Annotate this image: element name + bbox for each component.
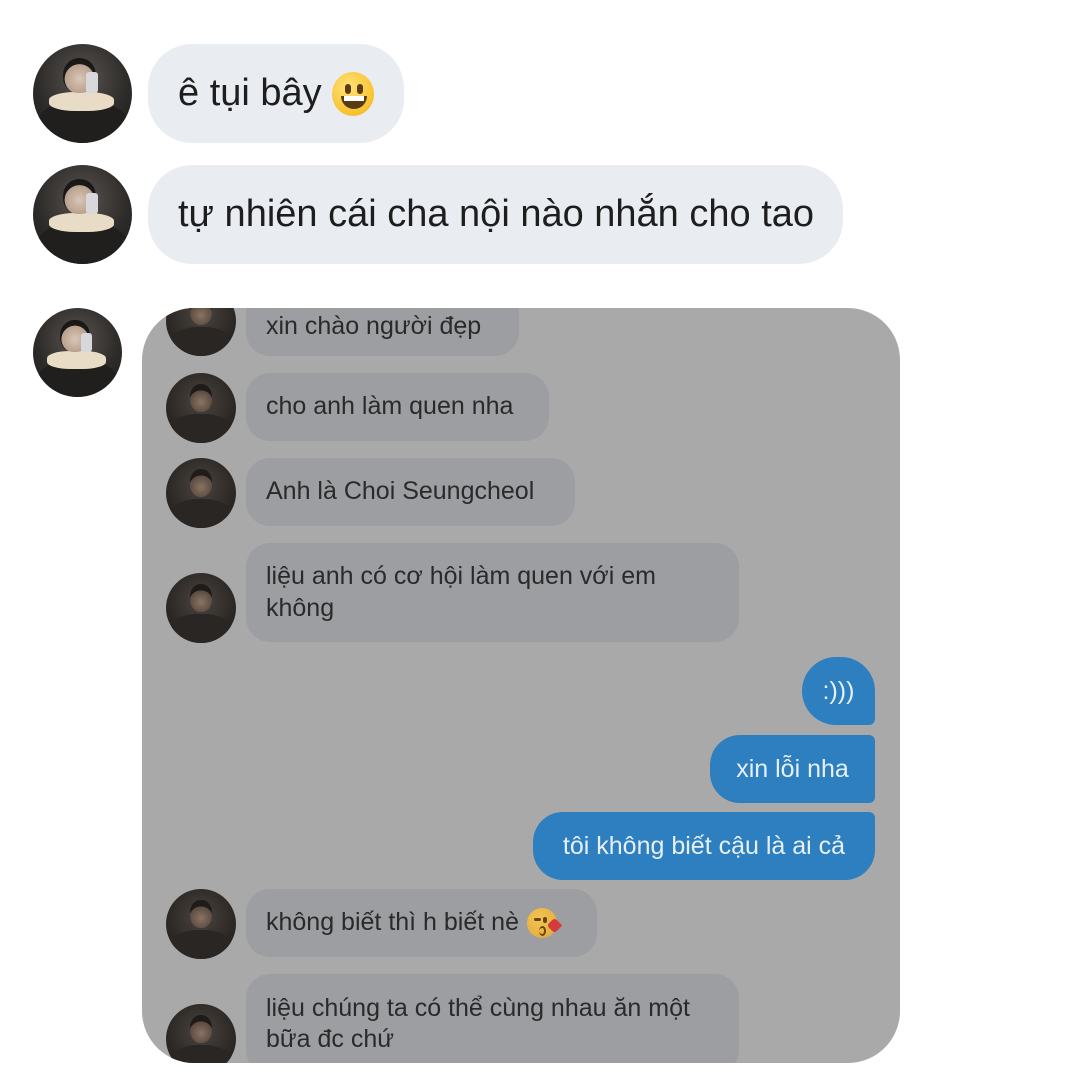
screenshot-outgoing-message: tôi không biết cậu là ai cả xyxy=(533,812,875,880)
screenshot-sender-avatar xyxy=(166,373,236,443)
message-bubble[interactable]: ê tụi bây xyxy=(148,44,404,143)
screenshot-image-attachment[interactable]: xin chào người đẹp cho anh làm quen nha … xyxy=(142,308,900,1063)
screenshot-incoming-message: cho anh làm quen nha xyxy=(246,373,549,441)
screenshot-message-text: xin lỗi nha xyxy=(736,754,849,783)
sender-avatar[interactable] xyxy=(33,308,122,397)
screenshot-incoming-message: liệu anh có cơ hội làm quen với em không xyxy=(246,543,739,642)
grinning-face-emoji-icon xyxy=(331,71,374,116)
message-bubble[interactable]: tự nhiên cái cha nội nào nhắn cho tao xyxy=(148,165,843,264)
face-blowing-kiss-emoji-icon xyxy=(526,908,563,938)
screenshot-message-text: :))) xyxy=(822,676,855,705)
screenshot-sender-avatar xyxy=(166,458,236,528)
screenshot-incoming-message: xin chào người đẹp xyxy=(246,308,519,356)
screenshot-message-text: liệu anh có cơ hội làm quen với em không xyxy=(266,562,656,622)
screenshot-incoming-message: không biết thì h biết nè xyxy=(246,889,597,957)
screenshot-sender-avatar xyxy=(166,1004,236,1063)
screenshot-message-text: liệu chúng ta có thể cùng nhau ăn một bữ… xyxy=(266,993,690,1053)
screenshot-outgoing-message: xin lỗi nha xyxy=(710,735,875,803)
screenshot-message-text: tôi không biết cậu là ai cả xyxy=(562,831,846,860)
message-text: ê tụi bây xyxy=(178,72,322,114)
screenshot-message-text: Anh là Choi Seungcheol xyxy=(266,477,535,506)
sender-avatar[interactable] xyxy=(33,165,132,264)
message-text: tự nhiên cái cha nội nào nhắn cho tao xyxy=(178,193,815,235)
screenshot-incoming-message: liệu chúng ta có thể cùng nhau ăn một bữ… xyxy=(246,974,739,1063)
screenshot-sender-avatar xyxy=(166,889,236,959)
screenshot-sender-avatar xyxy=(166,573,236,643)
screenshot-sender-avatar xyxy=(166,308,236,356)
sender-avatar[interactable] xyxy=(33,44,132,143)
screenshot-message-text: xin chào người đẹp xyxy=(266,312,482,341)
screenshot-message-text: cho anh làm quen nha xyxy=(266,392,514,421)
screenshot-message-text: không biết thì h biết nè xyxy=(266,908,519,937)
screenshot-incoming-message: Anh là Choi Seungcheol xyxy=(246,458,575,526)
screenshot-outgoing-message: :))) xyxy=(802,657,875,725)
